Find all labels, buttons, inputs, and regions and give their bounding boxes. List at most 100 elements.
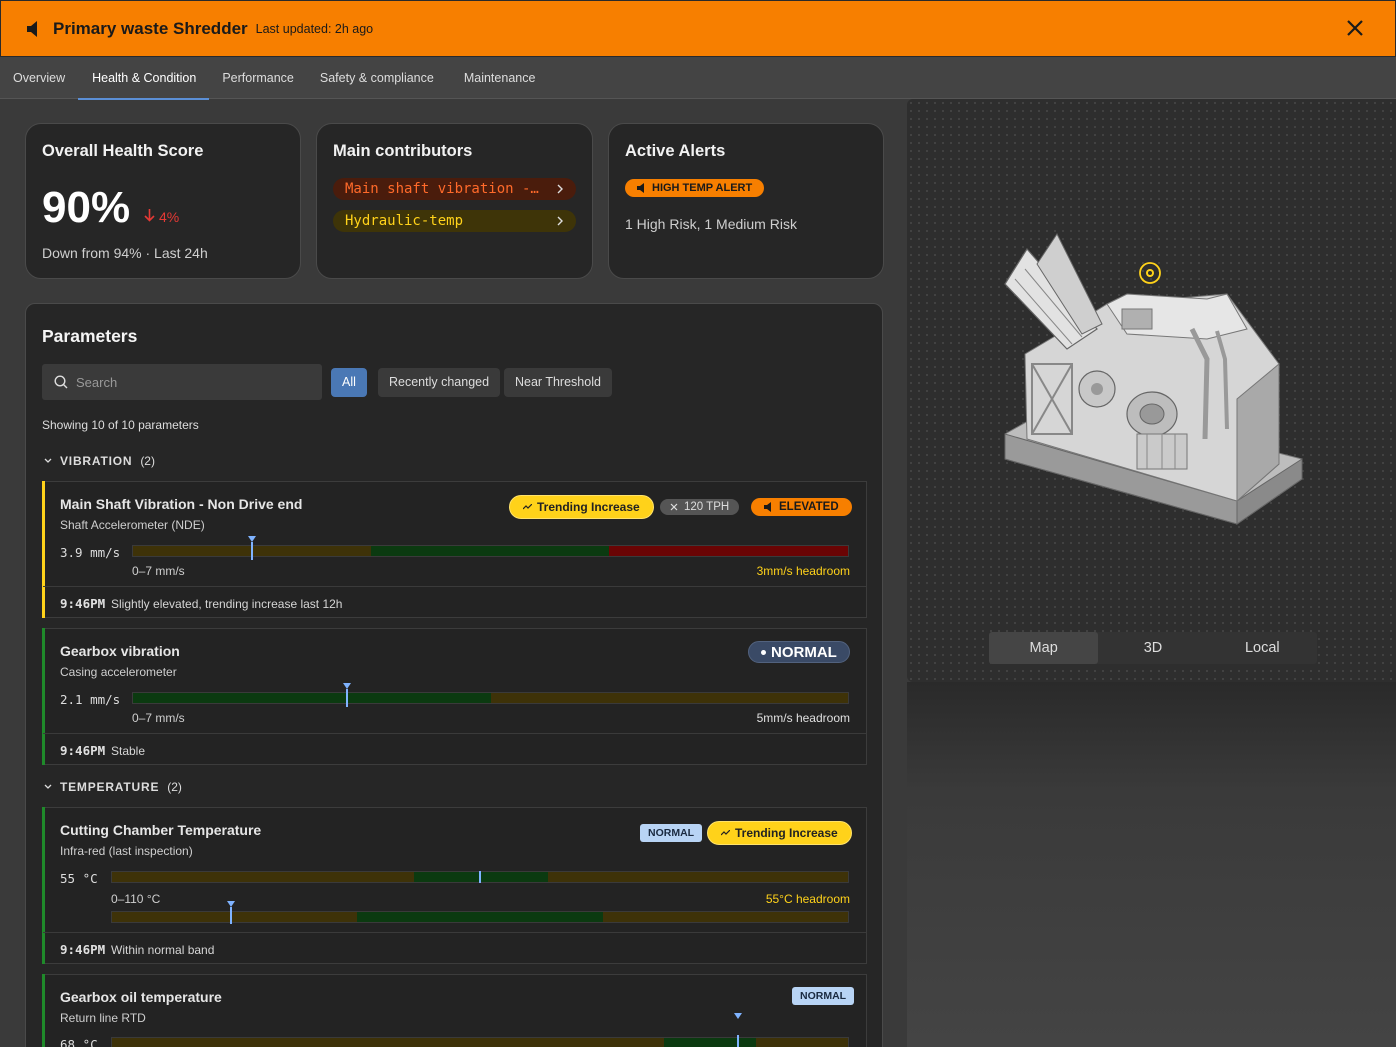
- group-vibration-toggle[interactable]: VIBRATION (2): [44, 454, 155, 468]
- tab-maintenance[interactable]: Maintenance: [447, 57, 549, 99]
- parameter-source: Return line RTD: [60, 1011, 146, 1025]
- parameter-range: 0–110 °C: [111, 892, 161, 906]
- contributor-hydraulic-temp[interactable]: Hydraulic-temp: [333, 210, 576, 232]
- trending-increase-badge: Trending Increase: [509, 495, 654, 519]
- tab-performance[interactable]: Performance: [209, 57, 307, 99]
- trend-icon: [721, 830, 730, 836]
- view-mode-3d[interactable]: 3D: [1098, 632, 1207, 664]
- status-stripe: [42, 481, 45, 618]
- page-title: Primary waste Shredder: [53, 18, 248, 38]
- view-mode-toggle: Map 3D Local: [989, 632, 1317, 664]
- health-score-title: Overall Health Score: [42, 142, 204, 160]
- status-stripe: [42, 974, 45, 1047]
- parameters-panel: Parameters All Recently changed Near Thr…: [25, 303, 883, 1047]
- card-divider: [43, 932, 866, 933]
- parameter-value: 68 °C: [60, 1037, 98, 1047]
- filter-near-threshold[interactable]: Near Threshold: [504, 368, 612, 397]
- trending-increase-badge: Trending Increase: [707, 821, 852, 845]
- group-count: (2): [167, 780, 182, 794]
- active-alerts-card: Active Alerts HIGH TEMP ALERT 1 High Ris…: [608, 123, 884, 279]
- chevron-right-icon: [557, 216, 563, 226]
- elevated-badge: ELEVATED: [751, 498, 852, 516]
- value-marker-line: [479, 871, 481, 883]
- chevron-right-icon: [557, 184, 563, 194]
- speaker-icon: [637, 183, 644, 193]
- parameter-card-main-shaft-vibration[interactable]: Main Shaft Vibration - Non Drive end Sha…: [42, 481, 867, 618]
- health-score-card: Overall Health Score 90% 4% Down from 94…: [25, 123, 301, 279]
- parameter-range: 0–7 mm/s: [132, 564, 185, 578]
- chevron-down-icon: [44, 784, 52, 789]
- health-score-value: 90% 4%: [42, 183, 180, 232]
- parameter-value: 2.1 mm/s: [60, 692, 121, 707]
- normal-badge: NORMAL: [792, 987, 855, 1005]
- tab-overview[interactable]: Overview: [0, 57, 78, 99]
- normal-badge: NORMAL: [640, 824, 703, 842]
- search-input[interactable]: [76, 374, 306, 390]
- card-divider: [43, 733, 866, 734]
- showing-count: Showing 10 of 10 parameters: [42, 418, 199, 432]
- card-divider: [43, 586, 866, 587]
- high-temp-alert-badge[interactable]: HIGH TEMP ALERT: [625, 179, 765, 197]
- close-icon[interactable]: [1345, 18, 1365, 38]
- tab-safety-compliance[interactable]: Safety & compliance: [307, 57, 447, 99]
- reading-time: 9:46PM: [60, 942, 106, 957]
- value-marker-line: [230, 907, 232, 924]
- tab-health-condition[interactable]: Health & Condition: [78, 57, 210, 100]
- parameter-card-cutting-chamber-temperature[interactable]: Cutting Chamber Temperature Infra-red (l…: [42, 807, 867, 964]
- speaker-icon: [764, 502, 771, 512]
- value-marker-line: [251, 542, 253, 560]
- status-stripe: [42, 628, 45, 765]
- contributors-title: Main contributors: [333, 142, 473, 160]
- reading-note: Slightly elevated, trending increase las…: [111, 597, 343, 611]
- filter-recently-changed[interactable]: Recently changed: [378, 368, 501, 397]
- threshold-bar: [132, 545, 849, 557]
- parameter-headroom: 3mm/s headroom: [756, 564, 850, 578]
- normal-badge: NORMAL: [748, 641, 850, 663]
- value-marker-line: [737, 1035, 739, 1047]
- search-box[interactable]: [42, 364, 322, 400]
- close-icon: [670, 503, 678, 511]
- parameter-headroom: 55°C headroom: [765, 892, 850, 906]
- parameter-name: Gearbox oil temperature: [60, 989, 222, 1005]
- group-count: (2): [140, 454, 155, 468]
- parameter-card-gearbox-oil-temperature[interactable]: Gearbox oil temperature Return line RTD …: [42, 974, 867, 1047]
- group-name: VIBRATION: [60, 454, 133, 468]
- filter-all[interactable]: All: [331, 368, 367, 397]
- tab-bar: Overview Health & Condition Performance …: [0, 57, 1396, 100]
- health-score-delta: 4%: [144, 209, 179, 225]
- value-marker: [734, 1013, 742, 1019]
- asset-header: Primary waste Shredder Last updated: 2h …: [0, 0, 1396, 57]
- parameter-value: 55 °C: [60, 871, 98, 886]
- last-updated: Last updated: 2h ago: [255, 21, 374, 36]
- reading-note: Within normal band: [111, 943, 215, 957]
- parameter-source: Shaft Accelerometer (NDE): [60, 518, 205, 532]
- arrow-down-icon: [144, 209, 155, 222]
- parameter-source: Infra-red (last inspection): [60, 844, 193, 858]
- chevron-down-icon: [44, 458, 52, 463]
- view-mode-map[interactable]: Map: [989, 632, 1099, 664]
- group-name: TEMPERATURE: [60, 780, 160, 794]
- view-mode-local[interactable]: Local: [1208, 632, 1317, 664]
- asset-3d-viewer[interactable]: Map 3D Local: [907, 99, 1396, 682]
- parameter-name: Cutting Chamber Temperature: [60, 822, 262, 838]
- trend-icon: [523, 504, 532, 510]
- group-temperature-toggle[interactable]: TEMPERATURE (2): [44, 780, 182, 794]
- throughput-badge: 120 TPH: [660, 499, 740, 515]
- search-icon: [54, 375, 68, 389]
- contributor-main-shaft-vibration[interactable]: Main shaft vibration -…: [333, 178, 576, 200]
- parameters-title: Parameters: [42, 326, 138, 346]
- reading-time: 9:46PM: [60, 596, 106, 611]
- alerts-title: Active Alerts: [625, 142, 726, 160]
- alerts-summary: 1 High Risk, 1 Medium Risk: [625, 216, 797, 232]
- shredder-model-image: [1004, 233, 1303, 525]
- health-score-subtitle: Down from 94% · Last 24h: [42, 245, 208, 261]
- parameter-value: 3.9 mm/s: [60, 545, 121, 560]
- parameter-range: 0–7 mm/s: [132, 711, 185, 725]
- hotspot-marker-icon[interactable]: [1137, 260, 1163, 286]
- parameter-card-gearbox-vibration[interactable]: Gearbox vibration Casing accelerometer N…: [42, 628, 867, 765]
- parameter-name: Gearbox vibration: [60, 643, 180, 659]
- main-contributors-card: Main contributors Main shaft vibration -…: [316, 123, 593, 279]
- threshold-bar: [132, 692, 849, 704]
- speaker-icon: [27, 20, 43, 37]
- value-marker-line: [346, 689, 348, 707]
